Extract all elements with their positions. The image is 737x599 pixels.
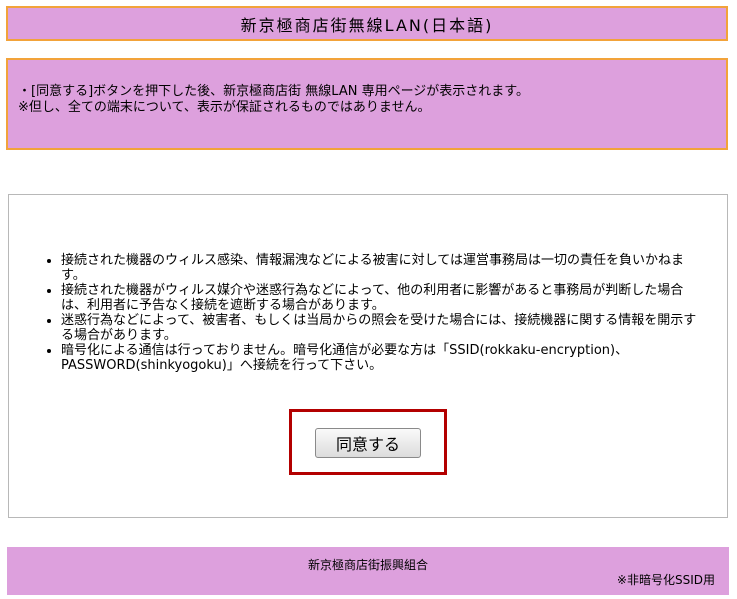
agree-button[interactable]: 同意する bbox=[315, 428, 421, 458]
page-title-bar: 新京極商店街無線LAN(日本語) bbox=[6, 6, 728, 41]
footer-ssid-note: ※非暗号化SSID用 bbox=[616, 573, 715, 587]
terms-item: 迷惑行為などによって、被害者、もしくは当局からの照会を受けた場合には、接続機器に… bbox=[61, 313, 701, 343]
agree-highlight-frame: 同意する bbox=[289, 409, 447, 475]
notice-line-1: ・[同意する]ボタンを押下した後、新京極商店街 無線LAN 専用ページが表示され… bbox=[18, 84, 530, 99]
notice-lines: ・[同意する]ボタンを押下した後、新京極商店街 無線LAN 専用ページが表示され… bbox=[18, 84, 529, 116]
terms-list: 接続された機器のウィルス感染、情報漏洩などによる被害に対しては運営事務局は一切の… bbox=[41, 253, 701, 373]
terms-item: 接続された機器のウィルス感染、情報漏洩などによる被害に対しては運営事務局は一切の… bbox=[61, 253, 701, 283]
footer: 新京極商店街振興組合 ※非暗号化SSID用 bbox=[7, 547, 729, 595]
terms-item: 暗号化による通信は行っておりません。暗号化通信が必要な方は「SSID(rokka… bbox=[61, 343, 701, 373]
notice-box: ・[同意する]ボタンを押下した後、新京極商店街 無線LAN 専用ページが表示され… bbox=[6, 58, 728, 150]
terms-item: 接続された機器がウィルス媒介や迷惑行為などによって、他の利用者に影響があると事務… bbox=[61, 283, 701, 313]
notice-line-2: ※但し、全ての端末について、表示が保証されるものではありません。 bbox=[18, 100, 431, 115]
terms-panel: 接続された機器のウィルス感染、情報漏洩などによる被害に対しては運営事務局は一切の… bbox=[8, 194, 728, 518]
page-title: 新京極商店街無線LAN(日本語) bbox=[240, 15, 494, 35]
